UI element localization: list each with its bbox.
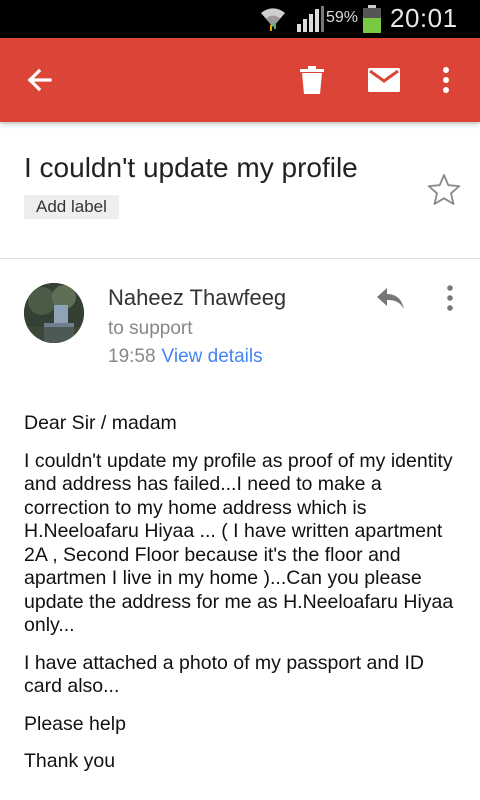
divider — [0, 258, 480, 259]
add-label-button[interactable]: Add label — [24, 195, 119, 219]
body-paragraph: I couldn't update my profile as proof of… — [24, 449, 454, 637]
status-bar: 59% 20:01 — [0, 0, 480, 38]
email-body: Dear Sir / madam I couldn't update my pr… — [24, 412, 464, 788]
back-arrow-icon — [27, 68, 52, 92]
more-vert-icon — [443, 67, 449, 93]
reply-button[interactable] — [368, 278, 412, 318]
body-paragraph: Thank you — [24, 750, 116, 772]
battery-percent: 59% — [326, 9, 359, 26]
avatar-photo — [24, 283, 84, 343]
sender-name: Naheez Thawfeeg — [108, 285, 287, 310]
app-bar — [0, 38, 480, 122]
back-button[interactable] — [16, 56, 64, 104]
body-paragraph: I have attached a photo of my passport a… — [24, 651, 424, 698]
clock: 20:01 — [390, 3, 458, 33]
body-paragraph: Please help — [24, 712, 126, 735]
view-details-link[interactable]: View details — [162, 346, 263, 367]
star-icon[interactable] — [426, 172, 462, 208]
wifi-icon — [261, 8, 285, 31]
reply-icon — [377, 288, 404, 309]
battery-icon — [363, 5, 381, 33]
message-more-button[interactable] — [432, 278, 468, 318]
signal-icon — [297, 6, 324, 32]
more-vert-icon — [447, 285, 453, 311]
recipient-line: to support — [108, 318, 193, 339]
delete-button[interactable] — [288, 56, 336, 104]
email-subject: I couldn't update my profile — [24, 152, 358, 183]
avatar[interactable] — [24, 283, 84, 343]
body-paragraph: Dear Sir / madam — [24, 412, 177, 434]
mark-unread-button[interactable] — [360, 56, 408, 104]
mail-icon — [368, 68, 400, 92]
trash-icon — [300, 66, 324, 94]
overflow-menu-button[interactable] — [422, 56, 470, 104]
sent-time: 19:58 — [108, 346, 156, 367]
sent-time-row: 19:58 View details — [108, 346, 263, 368]
